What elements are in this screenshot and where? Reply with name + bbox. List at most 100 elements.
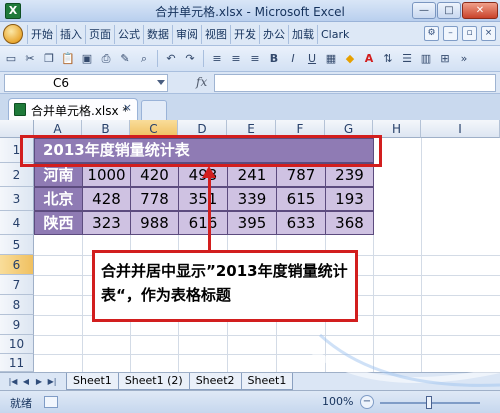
- undo-icon[interactable]: ↶: [163, 50, 179, 67]
- document-tab[interactable]: 合并单元格.xlsx * ×: [8, 98, 138, 120]
- table-cell[interactable]: 323: [82, 211, 131, 235]
- tab-clark[interactable]: Clark: [317, 25, 352, 44]
- tab-page-layout[interactable]: 页面: [85, 25, 114, 44]
- table-cell[interactable]: 陕西: [34, 211, 83, 235]
- tab-office[interactable]: 办公: [259, 25, 288, 44]
- table-cell[interactable]: 428: [82, 187, 131, 211]
- chevron-down-icon[interactable]: [157, 80, 165, 85]
- zoom-slider-thumb[interactable]: [426, 396, 432, 409]
- title-highlight-box: [20, 135, 382, 167]
- row-header-6[interactable]: 6: [0, 255, 34, 275]
- table-cell[interactable]: 339: [227, 187, 277, 211]
- formula-input[interactable]: [214, 74, 496, 92]
- first-sheet-icon[interactable]: |◀: [8, 375, 18, 389]
- window-controls: — □ ✕: [412, 2, 498, 19]
- find-icon[interactable]: ⌕: [136, 50, 152, 67]
- row-header-3[interactable]: 3: [0, 187, 34, 211]
- tab-addins[interactable]: 加载: [288, 25, 317, 44]
- cut-icon[interactable]: ✂: [22, 50, 38, 67]
- office-button[interactable]: [3, 24, 23, 44]
- prev-sheet-icon[interactable]: ◀: [21, 375, 31, 389]
- document-tab-label: 合并单元格.xlsx *: [31, 104, 129, 118]
- quick-toolbar: ▭ ✂ ❐ 📋 ▣ ⎙ ✎ ⌕ ↶ ↷ ≡ ≡ ≡ B I U ▦ ◆ A ⇅ …: [0, 46, 500, 72]
- restore-icon[interactable]: ▫: [462, 26, 477, 41]
- chart-icon[interactable]: ▥: [418, 50, 434, 67]
- print-icon[interactable]: ⎙: [98, 50, 114, 67]
- last-sheet-icon[interactable]: ▶|: [47, 375, 57, 389]
- tab-developer[interactable]: 开发: [230, 25, 259, 44]
- row-header-7[interactable]: 7: [0, 275, 34, 295]
- table-cell[interactable]: 616: [178, 211, 228, 235]
- filter-icon[interactable]: ☰: [399, 50, 415, 67]
- font-color-icon[interactable]: A: [361, 50, 377, 67]
- sheet-tab[interactable]: Sheet2: [188, 373, 242, 390]
- close-button[interactable]: ✕: [462, 2, 498, 19]
- tab-formulas[interactable]: 公式: [114, 25, 143, 44]
- name-box[interactable]: C6: [4, 74, 168, 92]
- table-cell[interactable]: 395: [227, 211, 277, 235]
- row-header-9[interactable]: 9: [0, 315, 34, 335]
- tab-review[interactable]: 审阅: [172, 25, 201, 44]
- function-icon[interactable]: fx: [196, 75, 207, 89]
- zoom-level[interactable]: 100%: [322, 395, 353, 408]
- macro-record-icon[interactable]: [44, 396, 58, 408]
- maximize-button[interactable]: □: [437, 2, 461, 19]
- copy-icon[interactable]: ❐: [41, 50, 57, 67]
- more-icon[interactable]: »: [456, 50, 472, 67]
- table-cell[interactable]: 368: [325, 211, 374, 235]
- paste-icon[interactable]: 📋: [60, 50, 76, 67]
- new-file-icon[interactable]: ▭: [3, 50, 19, 67]
- sort-icon[interactable]: ⇅: [380, 50, 396, 67]
- italic-icon[interactable]: I: [285, 50, 301, 67]
- tab-home[interactable]: 开始: [27, 25, 56, 44]
- minimize-button[interactable]: —: [412, 2, 436, 19]
- toolbar-divider: [203, 50, 204, 67]
- bold-icon[interactable]: B: [266, 50, 282, 67]
- row-header-8[interactable]: 8: [0, 295, 34, 315]
- ribbon-right-icons: ⚙ – ▫ ×: [424, 26, 496, 41]
- table-cell[interactable]: 615: [276, 187, 326, 211]
- gridline: [34, 354, 500, 355]
- align-center-icon[interactable]: ≡: [228, 50, 244, 67]
- format-painter-icon[interactable]: ✎: [117, 50, 133, 67]
- table-cell[interactable]: 778: [130, 187, 179, 211]
- align-right-icon[interactable]: ≡: [247, 50, 263, 67]
- tab-view[interactable]: 视图: [201, 25, 230, 44]
- sheet-tab-bar: |◀ ◀ ▶ ▶| Sheet1 Sheet1 (2) Sheet2 Sheet…: [0, 372, 500, 390]
- save-icon[interactable]: ▣: [79, 50, 95, 67]
- column-header-i[interactable]: I: [421, 120, 500, 138]
- excel-file-icon: [14, 103, 26, 116]
- close-workbook-icon[interactable]: ×: [481, 26, 496, 41]
- sheet-tab[interactable]: Sheet1: [240, 373, 294, 390]
- insert-row-icon[interactable]: ⊞: [437, 50, 453, 67]
- underline-icon[interactable]: U: [304, 50, 320, 67]
- row-header-5[interactable]: 5: [0, 235, 34, 255]
- settings-icon[interactable]: ⚙: [424, 26, 439, 41]
- annotation-callout: 合并并居中显示”2013年度销量统计表“，作为表格标题: [92, 250, 358, 322]
- sheet-tab[interactable]: Sheet1: [66, 373, 119, 390]
- close-icon[interactable]: ×: [123, 101, 132, 114]
- sheet-tab[interactable]: Sheet1 (2): [117, 373, 190, 390]
- row-header-10[interactable]: 10: [0, 335, 34, 354]
- next-sheet-icon[interactable]: ▶: [34, 375, 44, 389]
- title-bar: X 合并单元格.xlsx - Microsoft Excel — □ ✕: [0, 0, 500, 22]
- fill-color-icon[interactable]: ◆: [342, 50, 358, 67]
- border-icon[interactable]: ▦: [323, 50, 339, 67]
- table-cell[interactable]: 351: [178, 187, 228, 211]
- align-left-icon[interactable]: ≡: [209, 50, 225, 67]
- table-cell[interactable]: 633: [276, 211, 326, 235]
- tab-data[interactable]: 数据: [143, 25, 172, 44]
- name-box-value: C6: [53, 76, 70, 90]
- row-header-11[interactable]: 11: [0, 354, 34, 372]
- redo-icon[interactable]: ↷: [182, 50, 198, 67]
- table-cell[interactable]: 988: [130, 211, 179, 235]
- annotation-arrow: [208, 174, 211, 252]
- table-cell[interactable]: 北京: [34, 187, 83, 211]
- table-cell[interactable]: 193: [325, 187, 374, 211]
- row-header-4[interactable]: 4: [0, 211, 34, 235]
- new-document-tab[interactable]: [141, 100, 167, 120]
- ribbon-tabs: 开始 插入 页面 公式 数据 审阅 视图 开发 办公 加载 Clark: [27, 25, 352, 44]
- minimize-ribbon-icon[interactable]: –: [443, 26, 458, 41]
- tab-insert[interactable]: 插入: [56, 25, 85, 44]
- zoom-out-button[interactable]: −: [360, 395, 374, 409]
